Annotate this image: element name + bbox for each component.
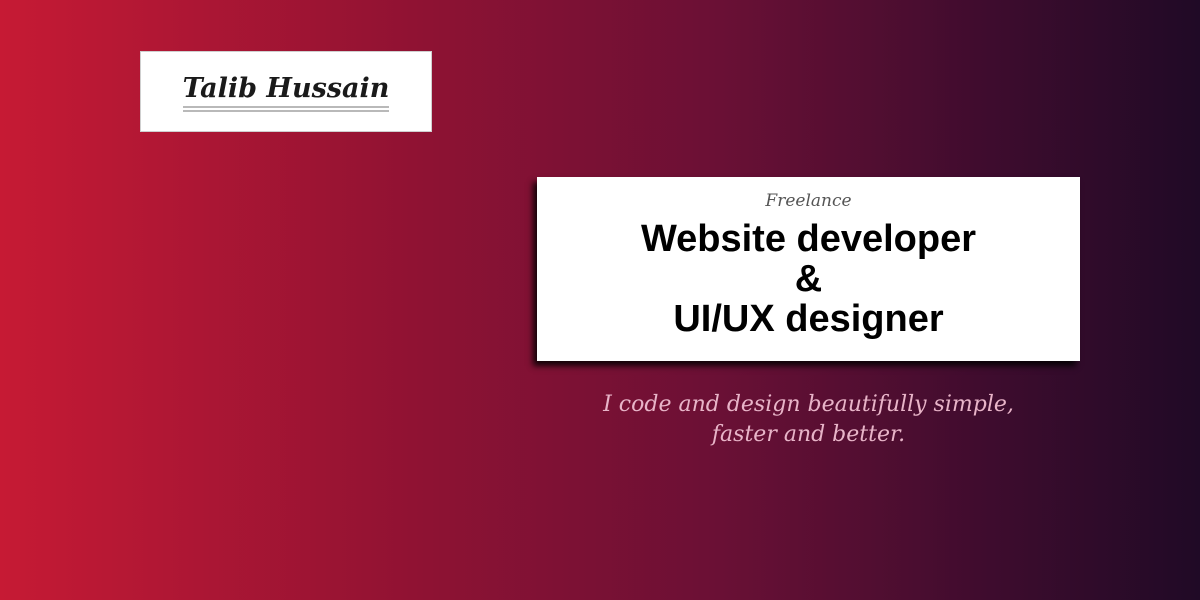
brand-name: Talib Hussain [182, 73, 390, 104]
hero-title-card: Freelance Website developer & UI/UX desi… [537, 177, 1080, 361]
hero-title: Website developer & UI/UX designer [537, 219, 1080, 339]
hero-title-line-1: Website developer [640, 218, 977, 260]
tagline: I code and design beautifully simple, fa… [537, 390, 1080, 450]
logo-underline [182, 106, 390, 112]
hero-kicker: Freelance [765, 191, 852, 211]
hero-title-line-2: & [794, 258, 823, 300]
logo-box[interactable]: Talib Hussain [140, 51, 432, 132]
tagline-line-1: I code and design beautifully simple, [603, 392, 1014, 417]
logo-lockup: Talib Hussain [182, 71, 390, 112]
tagline-line-2: faster and better. [711, 422, 906, 447]
hero-title-line-3: UI/UX designer [673, 298, 944, 340]
